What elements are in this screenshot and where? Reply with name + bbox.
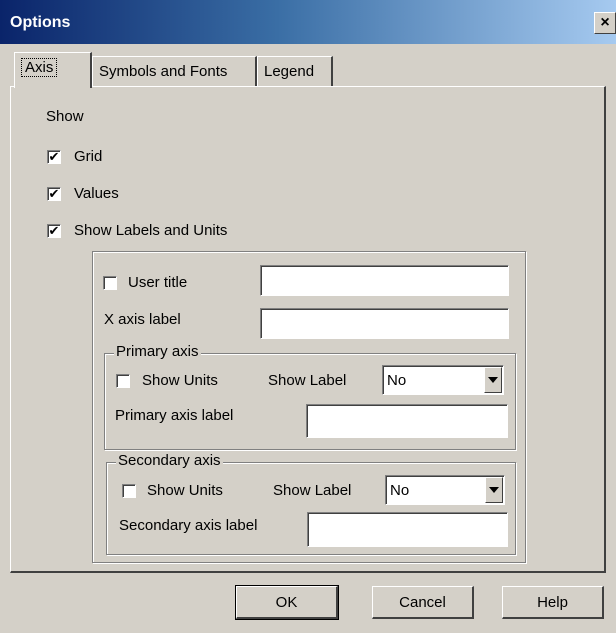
user-title-checkbox[interactable] bbox=[103, 276, 117, 290]
window-title: Options bbox=[10, 14, 71, 31]
tab-legend[interactable]: Legend bbox=[257, 56, 333, 86]
primary-show-label-caption: Show Label bbox=[268, 372, 347, 389]
secondary-show-units-checkbox[interactable] bbox=[122, 484, 136, 498]
secondary-axis-label-caption: Secondary axis label bbox=[119, 517, 258, 534]
check-icon: ✔ bbox=[48, 149, 60, 164]
tab-axis[interactable]: Axis bbox=[14, 52, 92, 88]
primary-axis-label-caption: Primary axis label bbox=[115, 407, 234, 424]
cancel-button[interactable]: Cancel bbox=[372, 586, 474, 619]
primary-axis-group-title: Primary axis bbox=[114, 343, 201, 360]
values-label: Values bbox=[74, 185, 119, 202]
tab-symbols-and-fonts[interactable]: Symbols and Fonts bbox=[92, 56, 257, 86]
secondary-show-label-caption: Show Label bbox=[273, 482, 352, 499]
user-title-label: User title bbox=[128, 274, 188, 291]
x-axis-label-caption: X axis label bbox=[104, 311, 181, 328]
close-button[interactable]: × bbox=[594, 12, 616, 34]
close-icon: × bbox=[600, 14, 610, 31]
ok-button-label: OK bbox=[275, 593, 298, 611]
x-axis-label-input[interactable] bbox=[260, 308, 509, 339]
ok-button[interactable]: OK bbox=[235, 585, 339, 620]
secondary-axis-label-input[interactable] bbox=[307, 512, 508, 547]
user-title-input[interactable] bbox=[260, 265, 509, 296]
tab-axis-label: Axis bbox=[21, 58, 58, 77]
title-bar bbox=[0, 0, 616, 44]
values-checkbox[interactable]: ✔ bbox=[47, 187, 61, 201]
cancel-button-label: Cancel bbox=[399, 593, 446, 611]
check-icon: ✔ bbox=[48, 223, 60, 238]
show-labels-and-units-label: Show Labels and Units bbox=[74, 222, 228, 239]
help-button[interactable]: Help bbox=[502, 586, 604, 619]
primary-axis-label-input[interactable] bbox=[306, 404, 508, 438]
secondary-show-label-value: No bbox=[390, 481, 410, 499]
primary-show-label-value: No bbox=[387, 371, 407, 389]
tab-legend-label: Legend bbox=[264, 63, 315, 80]
chevron-down-icon[interactable] bbox=[484, 367, 502, 393]
secondary-axis-group-title: Secondary axis bbox=[116, 452, 223, 469]
tab-symbols-and-fonts-label: Symbols and Fonts bbox=[99, 63, 228, 80]
chevron-down-icon[interactable] bbox=[485, 477, 503, 503]
secondary-show-units-label: Show Units bbox=[147, 482, 223, 499]
primary-show-label-select[interactable]: No bbox=[382, 365, 504, 395]
primary-show-units-label: Show Units bbox=[142, 372, 218, 389]
show-labels-and-units-checkbox[interactable]: ✔ bbox=[47, 224, 61, 238]
secondary-show-label-select[interactable]: No bbox=[385, 475, 505, 505]
help-button-label: Help bbox=[537, 593, 568, 611]
primary-show-units-checkbox[interactable] bbox=[116, 374, 130, 388]
show-heading: Show bbox=[46, 108, 84, 125]
grid-label: Grid bbox=[74, 148, 103, 165]
check-icon: ✔ bbox=[48, 186, 60, 201]
grid-checkbox[interactable]: ✔ bbox=[47, 150, 61, 164]
